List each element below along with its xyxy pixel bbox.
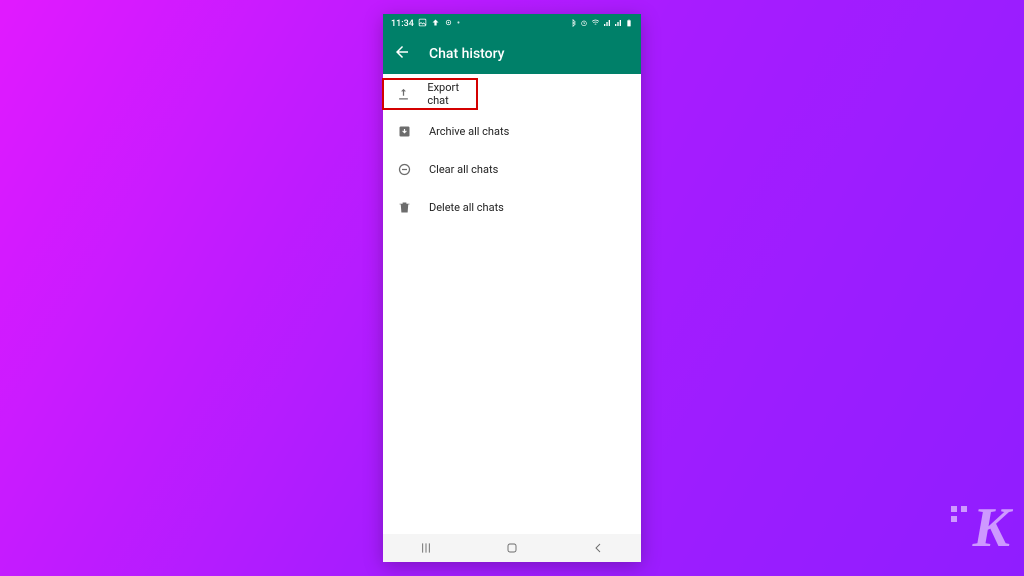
dot-icon: • [457, 19, 460, 29]
page-title: Chat history [429, 46, 505, 62]
item-clear-all[interactable]: Clear all chats [383, 150, 641, 188]
alarm-icon [580, 19, 588, 30]
item-label: Export chat [427, 81, 478, 107]
status-left: 11:34 • [391, 18, 460, 30]
android-nav-bar [383, 534, 641, 562]
phone-frame: 11:34 • [383, 14, 641, 562]
bluetooth-icon [569, 19, 577, 30]
item-label: Archive all chats [429, 125, 509, 138]
wifi-icon [591, 18, 600, 30]
nav-back-button[interactable] [589, 539, 607, 557]
signal-icon [603, 19, 611, 30]
app-bar: Chat history [383, 34, 641, 74]
status-right [569, 18, 633, 30]
upload-icon [395, 85, 411, 103]
status-time: 11:34 [391, 19, 414, 29]
back-button[interactable] [393, 43, 411, 65]
status-bar: 11:34 • [383, 14, 641, 34]
item-archive-all[interactable]: Archive all chats [383, 112, 641, 150]
settings-list: Export chat Archive all chats Clear all … [383, 74, 641, 534]
item-label: Delete all chats [429, 201, 504, 214]
item-delete-all[interactable]: Delete all chats [383, 188, 641, 226]
nav-recent-button[interactable] [417, 539, 435, 557]
battery-icon [625, 19, 633, 30]
watermark-logo: K [973, 500, 1008, 556]
item-export-chat[interactable]: Export chat [382, 78, 478, 110]
nav-home-button[interactable] [503, 539, 521, 557]
cast-icon [431, 18, 440, 30]
archive-icon [395, 122, 413, 140]
trash-icon [395, 198, 413, 216]
settings-dot-icon [444, 18, 453, 30]
item-label: Clear all chats [429, 163, 498, 176]
signal-icon [614, 19, 622, 30]
background: 11:34 • [0, 0, 1024, 576]
clear-icon [395, 160, 413, 178]
image-icon [418, 18, 427, 30]
